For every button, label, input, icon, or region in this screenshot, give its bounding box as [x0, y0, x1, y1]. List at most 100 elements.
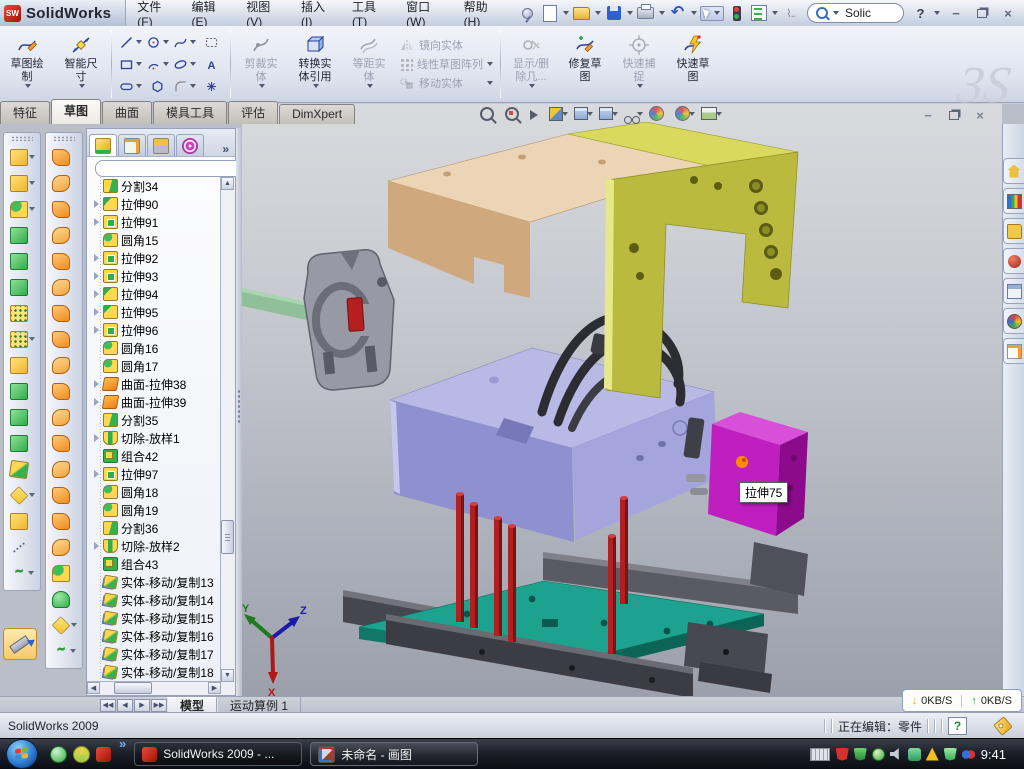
feature-tree-item[interactable]: 分割36: [88, 519, 221, 537]
expand-arrow-icon[interactable]: [92, 380, 101, 388]
tray-icon[interactable]: [944, 748, 957, 761]
surface-toolbar-button[interactable]: [52, 326, 77, 352]
expand-arrow-icon[interactable]: [92, 434, 101, 442]
chevron-down-icon[interactable]: [71, 623, 77, 627]
start-button[interactable]: [6, 739, 38, 769]
chevron-down-icon[interactable]: [29, 155, 35, 159]
chevron-down-icon[interactable]: [659, 11, 665, 15]
expand-arrow-icon[interactable]: [92, 542, 101, 550]
surface-toolbar-button[interactable]: [52, 430, 77, 456]
rebuild-traffic-light-icon[interactable]: [727, 4, 746, 23]
chevron-down-icon[interactable]: [627, 11, 633, 15]
chevron-down-icon[interactable]: [29, 181, 35, 185]
expand-arrow-icon[interactable]: [92, 470, 101, 478]
toolbar-grip-handle[interactable]: [11, 136, 33, 141]
line-tool-button[interactable]: [117, 31, 144, 53]
insert-block-magenta[interactable]: [708, 412, 808, 536]
mirror-entities-button[interactable]: 镜向实体: [400, 37, 493, 53]
tree-horizontal-scrollbar[interactable]: ◀ ▶: [87, 681, 221, 695]
feature-tree-item[interactable]: 组合43: [88, 555, 221, 573]
expand-arrow-icon[interactable]: [92, 200, 101, 208]
display-delete-relations-button[interactable]: 显示/删 除几...: [505, 29, 557, 99]
surface-toolbar-button[interactable]: [52, 482, 77, 508]
expand-arrow-icon[interactable]: [92, 272, 101, 280]
undo-button[interactable]: ↶: [668, 4, 687, 23]
surface-toolbar-button[interactable]: [52, 508, 77, 534]
restore-button[interactable]: [972, 5, 992, 21]
chevron-down-icon[interactable]: [487, 62, 493, 66]
tray-icon[interactable]: [872, 748, 885, 761]
task-pane-tab[interactable]: [1003, 338, 1024, 364]
menu-item[interactable]: 帮助(H): [453, 0, 508, 26]
task-pane-tab[interactable]: [1003, 188, 1024, 214]
print-button[interactable]: [636, 4, 655, 23]
options-button[interactable]: [749, 4, 768, 23]
chevron-down-icon[interactable]: [28, 571, 34, 575]
keyboard-layout-icon[interactable]: [810, 748, 830, 761]
smart-dimension-button[interactable]: 智能尺 寸: [55, 29, 107, 99]
tree-vertical-scrollbar[interactable]: ▲ ▼: [220, 177, 235, 682]
panel-tabs-overflow-button[interactable]: »: [218, 142, 233, 156]
menu-item[interactable]: 视图(V): [235, 0, 290, 26]
feature-tree-item[interactable]: 分割35: [88, 411, 221, 429]
scrollbar-thumb[interactable]: [221, 520, 234, 554]
expand-arrow-icon[interactable]: [92, 218, 101, 226]
quick-launch-overflow-icon[interactable]: »: [119, 739, 126, 749]
arc-tool-button[interactable]: [144, 53, 171, 75]
surface-toolbar-button[interactable]: [52, 300, 77, 326]
feature-toolbar-button[interactable]: [10, 456, 35, 482]
chevron-down-icon[interactable]: [595, 11, 601, 15]
feature-toolbar-button[interactable]: [10, 326, 35, 352]
taskbar-clock[interactable]: 9:41: [981, 747, 1006, 762]
scroll-down-icon[interactable]: ▼: [221, 669, 234, 682]
rapid-sketch-button[interactable]: 快速草 图: [667, 29, 719, 99]
tray-icon[interactable]: [836, 748, 849, 761]
chevron-down-icon[interactable]: [29, 207, 35, 211]
surface-toolbar-button[interactable]: [52, 378, 77, 404]
view-toolbar-button[interactable]: [505, 107, 524, 121]
chevron-down-icon[interactable]: [79, 84, 85, 88]
feature-toolbar-button[interactable]: [10, 508, 35, 534]
spline-tool-button[interactable]: [171, 31, 198, 53]
quick-tips-help-button[interactable]: ?: [948, 717, 967, 735]
configuration-manager-tab[interactable]: [147, 134, 175, 156]
view-toolbar-button[interactable]: [675, 106, 695, 121]
menu-item[interactable]: 插入(I): [290, 0, 341, 26]
nav-last-icon[interactable]: ▶▶: [151, 699, 167, 712]
task-pane-tab[interactable]: [1003, 278, 1024, 304]
sketch-fillet-tool-button[interactable]: [171, 75, 198, 97]
taskbar-task-button[interactable]: 未命名 - 画图: [310, 742, 478, 766]
feature-tree-item[interactable]: 圆角18: [88, 483, 221, 501]
view-toolbar-button[interactable]: [549, 107, 568, 121]
surface-toolbar-button[interactable]: [53, 638, 76, 664]
help-button[interactable]: ?: [911, 4, 930, 23]
sketch-button[interactable]: 草图绘 制: [1, 29, 53, 99]
search-input[interactable]: [843, 5, 895, 21]
view-toolbar-button[interactable]: [624, 108, 643, 120]
polygon-tool-button[interactable]: [144, 75, 171, 97]
command-tab[interactable]: 模具工具: [153, 101, 227, 124]
feature-manager-tab[interactable]: [89, 134, 117, 156]
surface-toolbar-button[interactable]: [52, 144, 77, 170]
tray-icon[interactable]: [962, 748, 975, 761]
feature-toolbar-button[interactable]: [10, 196, 35, 222]
chevron-down-icon[interactable]: [563, 11, 569, 15]
sketch-text-tool-button[interactable]: A: [198, 53, 225, 75]
feature-toolbar-button[interactable]: [10, 404, 35, 430]
feature-tree-item[interactable]: 拉伸96: [88, 321, 221, 339]
document-tab[interactable]: 运动算例 1: [217, 697, 301, 713]
feature-tree-item[interactable]: 拉伸90: [88, 195, 221, 213]
feature-toolbar-button[interactable]: [11, 534, 34, 560]
view-toolbar-button[interactable]: [649, 106, 669, 121]
expand-arrow-icon[interactable]: [92, 254, 101, 262]
chevron-down-icon[interactable]: [637, 84, 643, 88]
taskbar-task-button[interactable]: SolidWorks 2009 - ...: [134, 742, 302, 766]
chevron-down-icon[interactable]: [367, 84, 373, 88]
dimxpert-manager-tab[interactable]: [176, 134, 204, 156]
surface-toolbar-button[interactable]: [52, 404, 77, 430]
chevron-down-icon[interactable]: [714, 11, 720, 15]
feature-toolbar-button[interactable]: [10, 430, 35, 456]
doc-close-button[interactable]: ×: [972, 108, 988, 122]
expand-arrow-icon[interactable]: [92, 308, 101, 316]
chevron-down-icon[interactable]: [29, 493, 35, 497]
